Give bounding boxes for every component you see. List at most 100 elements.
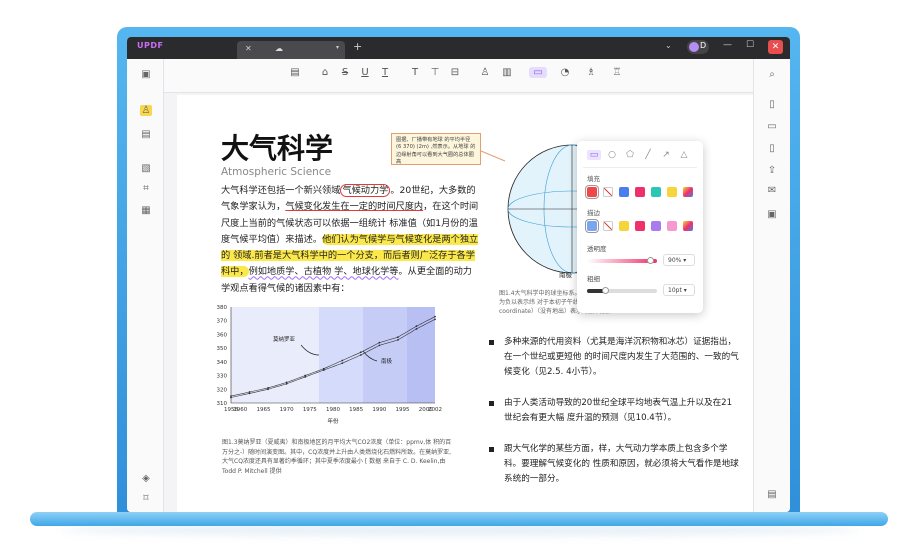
data-point	[230, 396, 232, 399]
save-icon[interactable]: ▣	[766, 209, 778, 220]
tab-close-icon[interactable]: ✕	[245, 44, 252, 53]
email-icon[interactable]: ✉	[766, 185, 778, 196]
text-callout-icon[interactable]: ⊟	[447, 67, 463, 78]
color-swatch[interactable]	[603, 221, 613, 231]
triangle-shape-icon[interactable]: △	[677, 150, 691, 160]
comment-icon[interactable]: ▤	[287, 67, 303, 78]
highlight-icon[interactable]: ⌂	[317, 67, 333, 78]
data-point	[397, 339, 399, 341]
color-swatch[interactable]	[585, 185, 599, 199]
data-point	[397, 336, 399, 339]
ocr-icon[interactable]: ▭	[766, 121, 778, 132]
stamp-icon[interactable]: ♙	[477, 67, 493, 78]
thickness-slider-handle[interactable]	[601, 287, 609, 294]
share-icon[interactable]: ⇪	[766, 165, 778, 176]
sticker-icon[interactable]: ▥	[499, 67, 515, 78]
convert-icon[interactable]: ▯	[766, 99, 778, 110]
pencil-icon[interactable]: ◔	[557, 67, 573, 78]
close-window-button[interactable]: ✕	[768, 40, 783, 54]
ellipse-shape-icon[interactable]: ○	[605, 150, 619, 160]
list-item: 由于人类活动导致的20世纪全球平均地表气温上升以及在21世纪会有更大幅 度升温的…	[489, 396, 739, 426]
bookmark-icon[interactable]: ⌑	[140, 493, 152, 504]
arrow-shape-icon[interactable]: ↗	[659, 150, 673, 160]
list-item: 多种来源的代用资料（尤其是海洋沉积物和冰芯）证据指出，在一个世纪或更短他 的时间…	[489, 335, 739, 380]
user-initial: D	[700, 41, 707, 50]
x-tick-label: 1985	[349, 407, 363, 413]
color-swatch[interactable]	[651, 187, 661, 197]
form-icon[interactable]: ▦	[140, 205, 152, 216]
opacity-value: 90%	[668, 257, 682, 264]
data-point	[322, 369, 325, 371]
list-item-text: 跟大气化学的某些方面，样，大气动力学本质上包含多个学科。要理解气候变化的 性质和…	[504, 444, 739, 484]
rectangle-shape-icon[interactable]: ▭	[587, 150, 601, 160]
y-tick-label: 380	[217, 305, 228, 311]
color-swatch[interactable]	[667, 221, 677, 231]
line-shape-icon[interactable]: ╱	[641, 150, 655, 160]
search-icon[interactable]: ⌕	[766, 69, 778, 80]
x-tick-label: 1965	[256, 407, 270, 413]
annotation-connector	[480, 150, 506, 162]
color-swatch[interactable]	[667, 187, 677, 197]
sticky-note-annotation[interactable]: 图据、厂播带有地球 的平均半径 (6 370) (2m) ,然表示。从地球 的边…	[391, 133, 481, 165]
squiggly-text[interactable]: 例如地质学、古植物 学、地球化学等	[249, 266, 399, 277]
attachment-icon[interactable]: ♖	[609, 67, 625, 78]
protect-icon[interactable]: ▯	[766, 143, 778, 154]
laptop-base	[30, 512, 888, 526]
maximize-button[interactable]: ☐	[746, 40, 754, 50]
color-swatch[interactable]	[635, 187, 645, 197]
cloud-icon: ☁	[275, 44, 283, 53]
tab-dropdown-icon[interactable]: ▾	[336, 44, 339, 51]
y-tick-label: 320	[217, 387, 228, 393]
y-tick-label: 360	[217, 332, 228, 338]
layers-icon[interactable]: ◈	[140, 473, 152, 484]
app-logo-text: UPDF	[137, 41, 164, 50]
x-tick-label: 1995	[396, 407, 410, 413]
left-sidebar: ▣ ♙ ▤ ▧ ⌗ ▦ ◈ ⌑	[127, 59, 164, 512]
document-tab[interactable]: ✕ ☁ ▾	[237, 41, 345, 59]
page-tools-icon[interactable]: ▧	[140, 163, 152, 174]
reader-icon[interactable]: ▣	[140, 69, 152, 80]
opacity-select[interactable]: 90% ▾	[663, 254, 695, 266]
chevron-down-icon[interactable]: ⌄	[665, 41, 672, 50]
user-account[interactable]: D	[687, 40, 709, 54]
bullet-list: 多种来源的代用资料（尤其是海洋沉积物和冰芯）证据指出，在一个世纪或更短他 的时间…	[489, 335, 739, 503]
underlined-text[interactable]: 气候变化发生在一定的时间尺度内	[285, 201, 423, 212]
chart-bg-2	[319, 307, 363, 403]
comment-mode-icon[interactable]: ♙	[140, 105, 152, 116]
data-point	[341, 359, 344, 362]
squiggly-icon[interactable]: T	[377, 67, 393, 78]
underline-icon[interactable]: U	[357, 67, 373, 78]
edit-pdf-icon[interactable]: ▤	[140, 129, 152, 140]
data-point	[359, 351, 362, 354]
thickness-select[interactable]: 10pt ▾	[663, 284, 695, 296]
color-swatch[interactable]	[619, 221, 629, 231]
signature-icon[interactable]: ♗	[583, 67, 599, 78]
color-swatch[interactable]	[683, 221, 693, 231]
x-tick-label: 1975	[303, 407, 317, 413]
textbox-icon[interactable]: ⊤	[427, 67, 443, 78]
circled-text[interactable]: 气候动力学	[340, 184, 391, 197]
crop-icon[interactable]: ⌗	[140, 183, 152, 194]
data-point	[285, 382, 288, 385]
shape-tool-icon[interactable]: ▭	[529, 67, 547, 78]
annotation-toolbar: ▤ ⌂ S U T T ⊤ ⊟ ♙ ▥ ▭ ◔ ♗ ♖	[127, 59, 790, 93]
opacity-slider-handle[interactable]	[647, 257, 654, 264]
strikethrough-icon[interactable]: S	[337, 67, 353, 78]
list-item-text: 由于人类活动导致的20世纪全球平均地表气温上升以及在21世纪会有更大幅 度升温的…	[504, 398, 733, 423]
chat-icon[interactable]: ▤	[766, 489, 778, 500]
polygon-shape-icon[interactable]: ⬠	[623, 150, 637, 160]
color-swatch[interactable]	[619, 187, 629, 197]
body-paragraph: 大气科学还包括一个新兴领域 气候动力学 。20世纪，大多数的气象学家认为，气候变化发…	[221, 183, 479, 297]
color-swatch[interactable]	[651, 221, 661, 231]
popup-divider	[583, 167, 697, 168]
color-swatch[interactable]	[683, 187, 693, 197]
color-swatch[interactable]	[635, 221, 645, 231]
new-tab-icon[interactable]: +	[353, 40, 362, 53]
color-swatch[interactable]	[603, 187, 613, 197]
data-point	[378, 341, 381, 344]
x-tick-label: 1990	[372, 407, 386, 413]
text-icon[interactable]: T	[407, 67, 423, 78]
list-item: 跟大气化学的某些方面，样，大气动力学本质上包含多个学科。要理解气候变化的 性质和…	[489, 442, 739, 487]
color-swatch[interactable]	[585, 219, 599, 233]
minimize-button[interactable]: —	[723, 40, 732, 50]
